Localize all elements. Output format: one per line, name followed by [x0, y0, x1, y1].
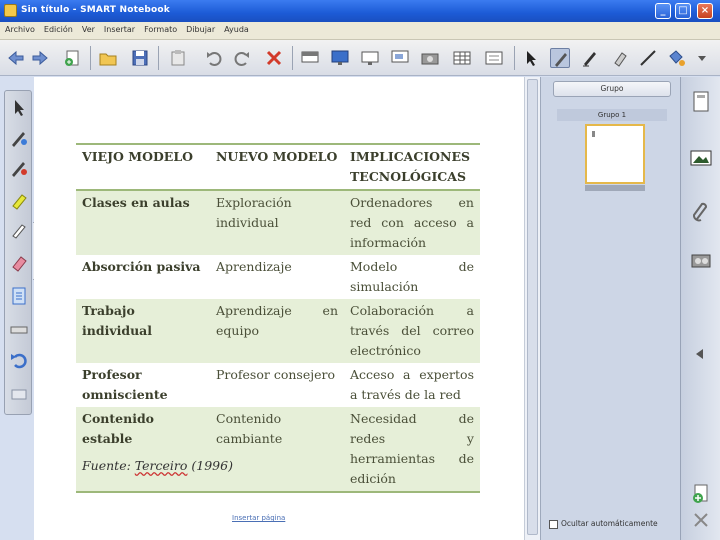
- table-cell: Profesor consejero: [210, 363, 344, 407]
- menu-archivo[interactable]: Archivo: [0, 22, 39, 34]
- source-citation: Fuente: Terceiro (1996): [82, 458, 233, 473]
- gallery-icon[interactable]: [688, 145, 714, 171]
- creative-pen-icon[interactable]: [8, 219, 30, 241]
- line-icon[interactable]: [638, 48, 658, 68]
- paste-icon[interactable]: [168, 48, 188, 68]
- table-cell: Aprendizaje: [210, 255, 344, 299]
- page-sorter-icon[interactable]: [688, 89, 714, 115]
- dual-page-icon[interactable]: [360, 48, 380, 68]
- table-row: Trabajo individual Aprendizaje en equipo…: [76, 299, 480, 363]
- camera-icon[interactable]: [420, 48, 440, 68]
- table-cell: Modelo de simulación: [344, 255, 480, 299]
- page-icon[interactable]: [8, 285, 30, 307]
- side-tabs: [680, 77, 720, 540]
- table-header-new-model: NUEVO MODELO: [210, 143, 344, 191]
- thumbnail-caption: [585, 185, 645, 191]
- eraser-icon[interactable]: [610, 48, 630, 68]
- capture-icon[interactable]: [390, 48, 410, 68]
- page-sorter-panel: Grupo Grupo 1 Ocultar automáticamente: [540, 77, 680, 540]
- table-cell: Contenido cambiante: [210, 407, 344, 493]
- maximize-button[interactable]: □: [675, 3, 691, 19]
- table-row: Contenido estable Contenido cambiante Ne…: [76, 407, 480, 493]
- table-cell: Profesor omnisciente: [76, 363, 210, 407]
- auto-hide-option[interactable]: Ocultar automáticamente: [549, 519, 658, 529]
- undo-icon[interactable]: [8, 349, 30, 371]
- source-prefix: Fuente:: [82, 458, 135, 473]
- source-author: Terceiro: [134, 458, 188, 473]
- title-bar: Sin título - SMART Notebook _ □ ×: [0, 0, 720, 22]
- forward-arrow-icon[interactable]: [30, 48, 50, 68]
- table-cell: Absorción pasiva: [76, 255, 210, 299]
- menu-dibujar[interactable]: Dibujar: [181, 22, 219, 34]
- select-icon[interactable]: [522, 48, 542, 68]
- group-label: Grupo 1: [557, 109, 667, 121]
- properties-icon[interactable]: [688, 247, 714, 273]
- table-cell: Necesidad de redes y herramientas de edi…: [344, 407, 480, 493]
- select-icon[interactable]: [8, 97, 30, 119]
- full-screen-icon[interactable]: [330, 48, 350, 68]
- auto-hide-label: Ocultar automáticamente: [561, 519, 658, 528]
- window-title: Sin título - SMART Notebook: [21, 5, 170, 15]
- scrollbar-thumb[interactable]: [527, 79, 538, 535]
- table-header-implications: IMPLICACIONES TECNOLÓGICAS: [344, 143, 480, 191]
- table-cell: Contenido estable: [76, 407, 210, 493]
- menu-insertar[interactable]: Insertar: [99, 22, 139, 34]
- toolbar-settings-icon[interactable]: [8, 383, 30, 405]
- undo-icon[interactable]: [204, 48, 224, 68]
- back-arrow-icon[interactable]: [6, 48, 26, 68]
- menu-formato[interactable]: Formato: [139, 22, 181, 34]
- page-thumbnail[interactable]: [585, 124, 645, 184]
- open-folder-icon[interactable]: [98, 48, 118, 68]
- table-cell: Acceso a expertos a través de la red: [344, 363, 480, 407]
- source-year: (1996): [187, 458, 233, 473]
- menu-ayuda[interactable]: Ayuda: [219, 22, 253, 34]
- menu-edicion[interactable]: Edición: [39, 22, 77, 34]
- table-cell: Clases en aulas: [76, 190, 210, 255]
- page-scrollbar[interactable]: [524, 77, 540, 540]
- auto-hide-checkbox[interactable]: [549, 519, 558, 529]
- app-icon: [4, 4, 17, 17]
- table-header-old-model: VIEJO MODELO: [76, 143, 210, 191]
- highlighter-icon[interactable]: [8, 189, 30, 211]
- table-cell: Colaboración a través del correo electró…: [344, 299, 480, 363]
- fill-icon[interactable]: [666, 48, 686, 68]
- table-cell: Exploración individual: [210, 190, 344, 255]
- table-row: Clases en aulas Exploración individual O…: [76, 190, 480, 255]
- menu-ver[interactable]: Ver: [77, 22, 99, 34]
- pen-icon[interactable]: [550, 48, 570, 68]
- minimize-button[interactable]: _: [655, 3, 671, 19]
- table-row: Profesor omnisciente Profesor consejero …: [76, 363, 480, 407]
- attachments-icon[interactable]: [688, 199, 714, 225]
- keyboard-icon[interactable]: [8, 319, 30, 341]
- add-page-icon[interactable]: [688, 481, 714, 507]
- delete-page-icon[interactable]: [688, 507, 714, 533]
- table-cell: Aprendizaje en equipo: [210, 299, 344, 363]
- save-icon[interactable]: [130, 48, 150, 68]
- screen-shade-icon[interactable]: [300, 48, 320, 68]
- panel-collapse-icon[interactable]: [696, 349, 703, 359]
- toolbar-more-icon[interactable]: [692, 48, 712, 68]
- text-icon[interactable]: [484, 48, 504, 68]
- pen-red-icon[interactable]: [8, 157, 30, 179]
- delete-icon[interactable]: [264, 48, 284, 68]
- creative-pen-icon[interactable]: [580, 48, 600, 68]
- insert-page-link[interactable]: Insertar página: [232, 514, 285, 522]
- menu-bar: Archivo Edición Ver Insertar Formato Dibujar A…: [0, 22, 720, 40]
- table-cell: Ordenadores en red con acceso a informac…: [344, 190, 480, 255]
- close-button[interactable]: ×: [697, 3, 713, 19]
- table-cell: Trabajo individual: [76, 299, 210, 363]
- pen-icon[interactable]: [8, 127, 30, 149]
- table-row: Absorción pasiva Aprendizaje Modelo de s…: [76, 255, 480, 299]
- table-icon[interactable]: [452, 48, 472, 68]
- redo-icon[interactable]: [232, 48, 252, 68]
- group-dropdown-button[interactable]: Grupo: [553, 81, 671, 97]
- comparison-table: VIEJO MODELO NUEVO MODELO IMPLICACIONES …: [76, 143, 480, 493]
- add-page-icon[interactable]: [62, 48, 82, 68]
- eraser-icon[interactable]: [8, 251, 30, 273]
- floating-toolbar: [4, 90, 32, 415]
- main-toolbar: [0, 40, 720, 76]
